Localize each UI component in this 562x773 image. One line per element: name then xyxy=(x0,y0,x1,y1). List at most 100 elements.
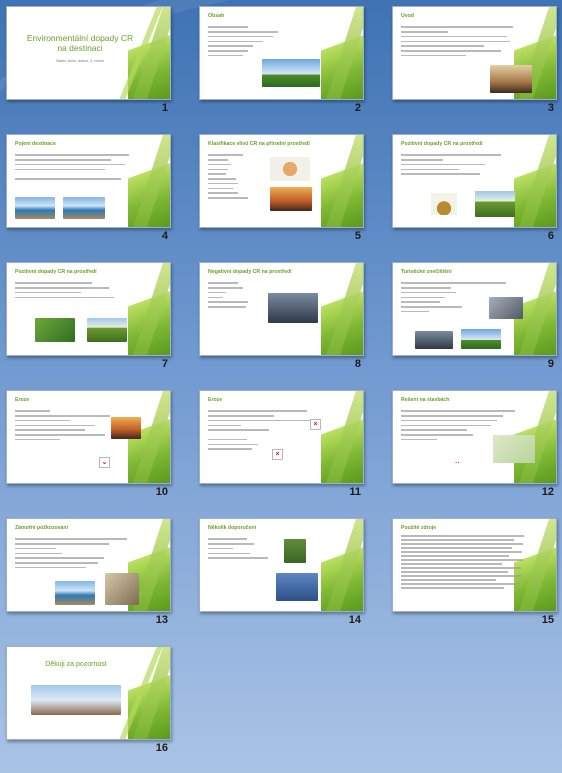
bullet-lines xyxy=(208,535,278,562)
broken-image-icon: × xyxy=(310,419,321,430)
bullet-lines xyxy=(401,533,527,591)
slide-thumb-2[interactable]: Obsah 2 xyxy=(199,6,364,124)
slide-picture xyxy=(87,318,127,342)
slide-picture xyxy=(493,435,535,463)
slide-title: Eroze xyxy=(208,397,223,403)
slide-canvas: Řešení na stavbách ·· xyxy=(392,390,557,484)
slide-number: 16 xyxy=(155,742,168,754)
slide-thumb-12[interactable]: Řešení na stavbách ·· 12 xyxy=(392,390,557,508)
slide-canvas: Úvod xyxy=(392,6,557,100)
bullet-lines xyxy=(15,151,135,183)
slide-number: 2 xyxy=(354,102,361,114)
slide-subtitle: Název, Autor, datum, 3. ročník xyxy=(56,59,104,63)
slide-picture xyxy=(270,187,312,211)
slide-picture xyxy=(270,157,310,181)
slide-picture xyxy=(31,685,121,715)
slide-title: Děkuji za pozornost xyxy=(45,661,107,668)
slide-picture xyxy=(262,59,320,87)
slide-canvas: Negativní dopady CR na prostředí xyxy=(199,262,364,356)
slide-canvas: Pozitivní dopady CR na prostředí xyxy=(6,262,171,356)
slide-canvas: Eroze × × xyxy=(199,390,364,484)
slide-picture xyxy=(15,197,55,219)
bullet-lines xyxy=(208,151,258,202)
slide-number: 4 xyxy=(161,230,168,242)
slide-canvas: Eroze ⌄ xyxy=(6,390,171,484)
slide-title: Řešení na stavbách xyxy=(401,397,450,403)
slide-thumb-15[interactable]: Použité zdroje 15 xyxy=(392,518,557,636)
slide-thumb-3[interactable]: Úvod 3 xyxy=(392,6,557,124)
broken-image-icon: × xyxy=(272,449,283,460)
slide-title: Negativní dopady CR na prostředí xyxy=(208,269,292,275)
slide-sorter-grid: Environmentální dopady CR na destinaci N… xyxy=(0,0,562,773)
slide-picture xyxy=(35,318,75,342)
slide-picture xyxy=(63,197,105,219)
slide-title: Eroze xyxy=(15,397,30,403)
slide-thumb-4[interactable]: Pojem destinace 4 xyxy=(6,134,171,252)
slide-canvas: Pojem destinace xyxy=(6,134,171,228)
slide-canvas: Klasifikace vlivů CR na přírodní prostře… xyxy=(199,134,364,228)
slide-canvas: Turistické znečištění xyxy=(392,262,557,356)
slide-picture xyxy=(55,581,95,605)
slide-number: 1 xyxy=(161,102,168,114)
slide-thumb-13[interactable]: Zámořní požkozování 13 xyxy=(6,518,171,636)
slide-title: Environmentální dopady CR na destinaci xyxy=(26,33,134,53)
slide-title: Klasifikace vlivů CR na přírodní prostře… xyxy=(208,141,310,147)
slide-title: Úvod xyxy=(401,13,414,19)
slide-thumb-1[interactable]: Environmentální dopady CR na destinaci N… xyxy=(6,6,171,124)
slide-picture xyxy=(489,297,523,319)
broken-image-icon: ·· xyxy=(455,460,460,467)
slide-title: Obsah xyxy=(208,13,225,19)
slide-title: Pozitivní dopady CR na prostředí xyxy=(401,141,483,147)
slide-thumb-6[interactable]: Pozitivní dopady CR na prostředí 6 xyxy=(392,134,557,252)
slide-title: Pojem destinace xyxy=(15,141,56,147)
slide-picture xyxy=(490,65,532,93)
slide-title: Turistické znečištění xyxy=(401,269,452,275)
slide-thumb-8[interactable]: Negativní dopady CR na prostředí 8 xyxy=(199,262,364,380)
slide-number: 14 xyxy=(348,614,361,626)
slide-number: 3 xyxy=(547,102,554,114)
bullet-lines xyxy=(401,23,519,60)
slide-number: 5 xyxy=(354,230,361,242)
slide-picture xyxy=(276,573,318,601)
slide-canvas: Environmentální dopady CR na destinaci N… xyxy=(6,6,171,100)
slide-title: Pozitivní dopady CR na prostředí xyxy=(15,269,97,275)
slide-number: 8 xyxy=(354,358,361,370)
slide-title: Použité zdroje xyxy=(401,525,437,531)
slide-number: 6 xyxy=(547,230,554,242)
bullet-lines xyxy=(208,23,308,60)
slide-number: 7 xyxy=(161,358,168,370)
slide-thumb-16[interactable]: Děkuji za pozornost 16 xyxy=(6,646,171,764)
title-block: Environmentální dopady CR na destinaci N… xyxy=(21,33,139,64)
slide-number: 13 xyxy=(155,614,168,626)
slide-number: 9 xyxy=(547,358,554,370)
slide-thumb-14[interactable]: Několik doporučení 14 xyxy=(199,518,364,636)
slide-canvas: Použité zdroje xyxy=(392,518,557,612)
slide-picture xyxy=(461,329,501,349)
slide-picture xyxy=(284,539,306,563)
slide-canvas: Pozitivní dopady CR na prostředí xyxy=(392,134,557,228)
slide-picture xyxy=(431,193,457,215)
slide-title: Několik doporučení xyxy=(208,525,257,531)
slide-picture xyxy=(475,191,515,217)
slide-picture xyxy=(268,293,318,323)
slide-canvas: Obsah xyxy=(199,6,364,100)
slide-thumb-10[interactable]: Eroze ⌄ 10 xyxy=(6,390,171,508)
slide-picture xyxy=(415,331,453,349)
slide-picture xyxy=(105,573,139,605)
slide-number: 11 xyxy=(349,486,361,498)
bullet-lines xyxy=(401,151,506,178)
slide-number: 15 xyxy=(541,614,554,626)
slide-canvas: Zámořní požkozování xyxy=(6,518,171,612)
slide-number: 12 xyxy=(541,486,554,498)
bullet-lines xyxy=(208,407,318,453)
bullet-lines xyxy=(208,279,258,311)
slide-thumb-7[interactable]: Pozitivní dopady CR na prostředí 7 xyxy=(6,262,171,380)
broken-image-icon: ⌄ xyxy=(99,457,110,468)
slide-thumb-9[interactable]: Turistické znečištění 9 xyxy=(392,262,557,380)
bullet-lines xyxy=(15,279,125,301)
slide-canvas: Několik doporučení xyxy=(199,518,364,612)
slide-thumb-5[interactable]: Klasifikace vlivů CR na přírodní prostře… xyxy=(199,134,364,252)
slide-canvas: Děkuji za pozornost xyxy=(6,646,171,740)
bullet-lines xyxy=(15,407,115,444)
slide-thumb-11[interactable]: Eroze × × 11 xyxy=(199,390,364,508)
